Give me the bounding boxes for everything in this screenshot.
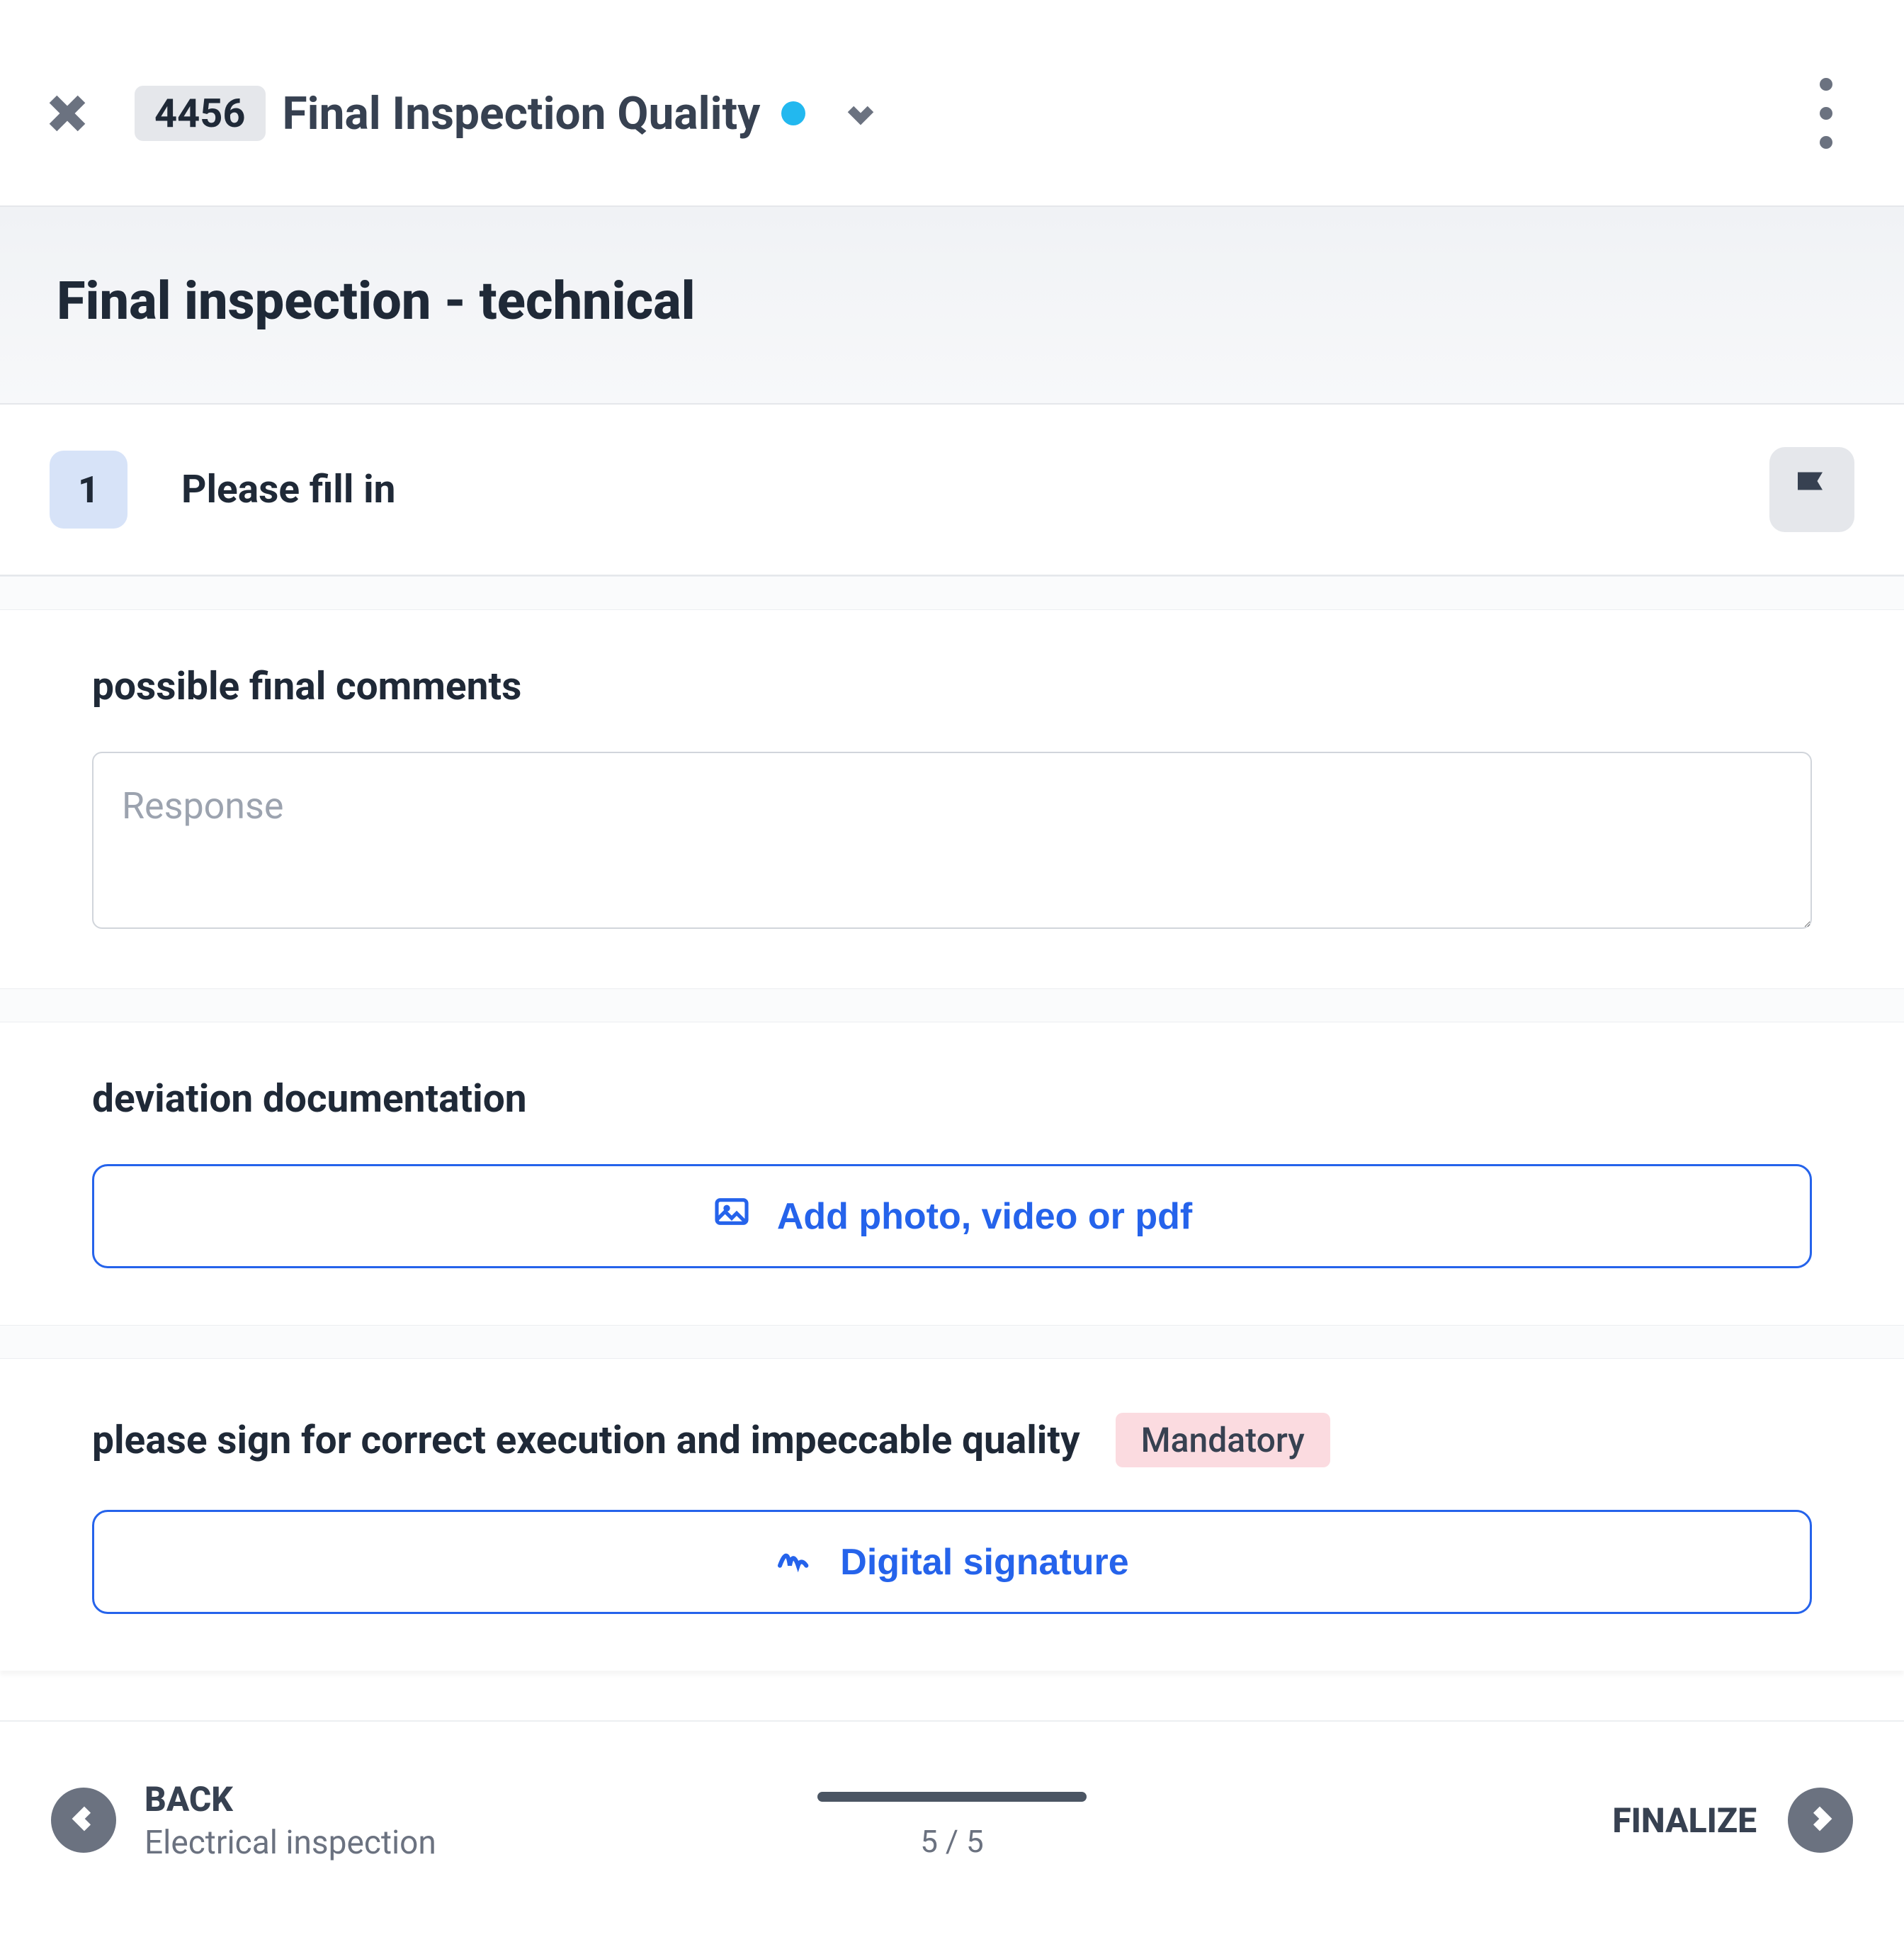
digital-signature-button[interactable]: Digital signature: [92, 1510, 1812, 1614]
add-media-button[interactable]: Add photo, video or pdf: [92, 1164, 1812, 1268]
finalize-button[interactable]: [1788, 1788, 1853, 1853]
deviation-card: deviation documentation Add photo, video…: [0, 1022, 1904, 1325]
comments-card: possible final comments: [0, 610, 1904, 988]
signature-label: please sign for correct execution and im…: [92, 1418, 1080, 1463]
back-button[interactable]: [51, 1788, 116, 1853]
comments-input[interactable]: [92, 752, 1812, 929]
status-dot-icon: [781, 101, 805, 125]
back-block[interactable]: BACK Electrical inspection: [144, 1779, 436, 1862]
digital-signature-label: Digital signature: [840, 1541, 1128, 1584]
deviation-label: deviation documentation: [92, 1076, 527, 1122]
progress-bar: [817, 1792, 1087, 1802]
step-number-badge: 1: [50, 451, 128, 529]
record-id-badge: 4456: [135, 86, 266, 141]
close-icon[interactable]: [42, 89, 92, 138]
mandatory-badge: Mandatory: [1116, 1413, 1330, 1467]
chevron-right-icon: [1805, 1803, 1836, 1837]
flag-button[interactable]: [1769, 447, 1854, 532]
progress-text: 5 / 5: [920, 1823, 983, 1860]
top-bar: 4456 Final Inspection Quality: [0, 0, 1904, 205]
finalize-label[interactable]: FINALIZE: [1612, 1800, 1757, 1841]
more-menu-icon[interactable]: [1805, 78, 1847, 149]
section-heading: Final inspection - technical: [57, 271, 1847, 332]
record-title: Final Inspection Quality: [283, 87, 761, 140]
footer-nav: BACK Electrical inspection 5 / 5 FINALIZ…: [0, 1720, 1904, 1919]
add-media-label: Add photo, video or pdf: [777, 1195, 1192, 1238]
flag-icon: [1791, 467, 1833, 512]
comments-label: possible final comments: [92, 664, 521, 709]
signature-icon: [775, 1537, 815, 1586]
progress-indicator: 5 / 5: [817, 1792, 1087, 1860]
back-subtitle: Electrical inspection: [144, 1824, 436, 1862]
image-icon: [712, 1192, 752, 1241]
section-heading-strip: Final inspection - technical: [0, 205, 1904, 405]
step-header: 1 Please fill in: [0, 405, 1904, 576]
chevron-down-icon[interactable]: [844, 96, 878, 130]
back-label: BACK: [144, 1779, 436, 1819]
step-title: Please fill in: [181, 467, 395, 512]
chevron-left-icon: [68, 1803, 99, 1837]
signature-card: please sign for correct execution and im…: [0, 1359, 1904, 1671]
